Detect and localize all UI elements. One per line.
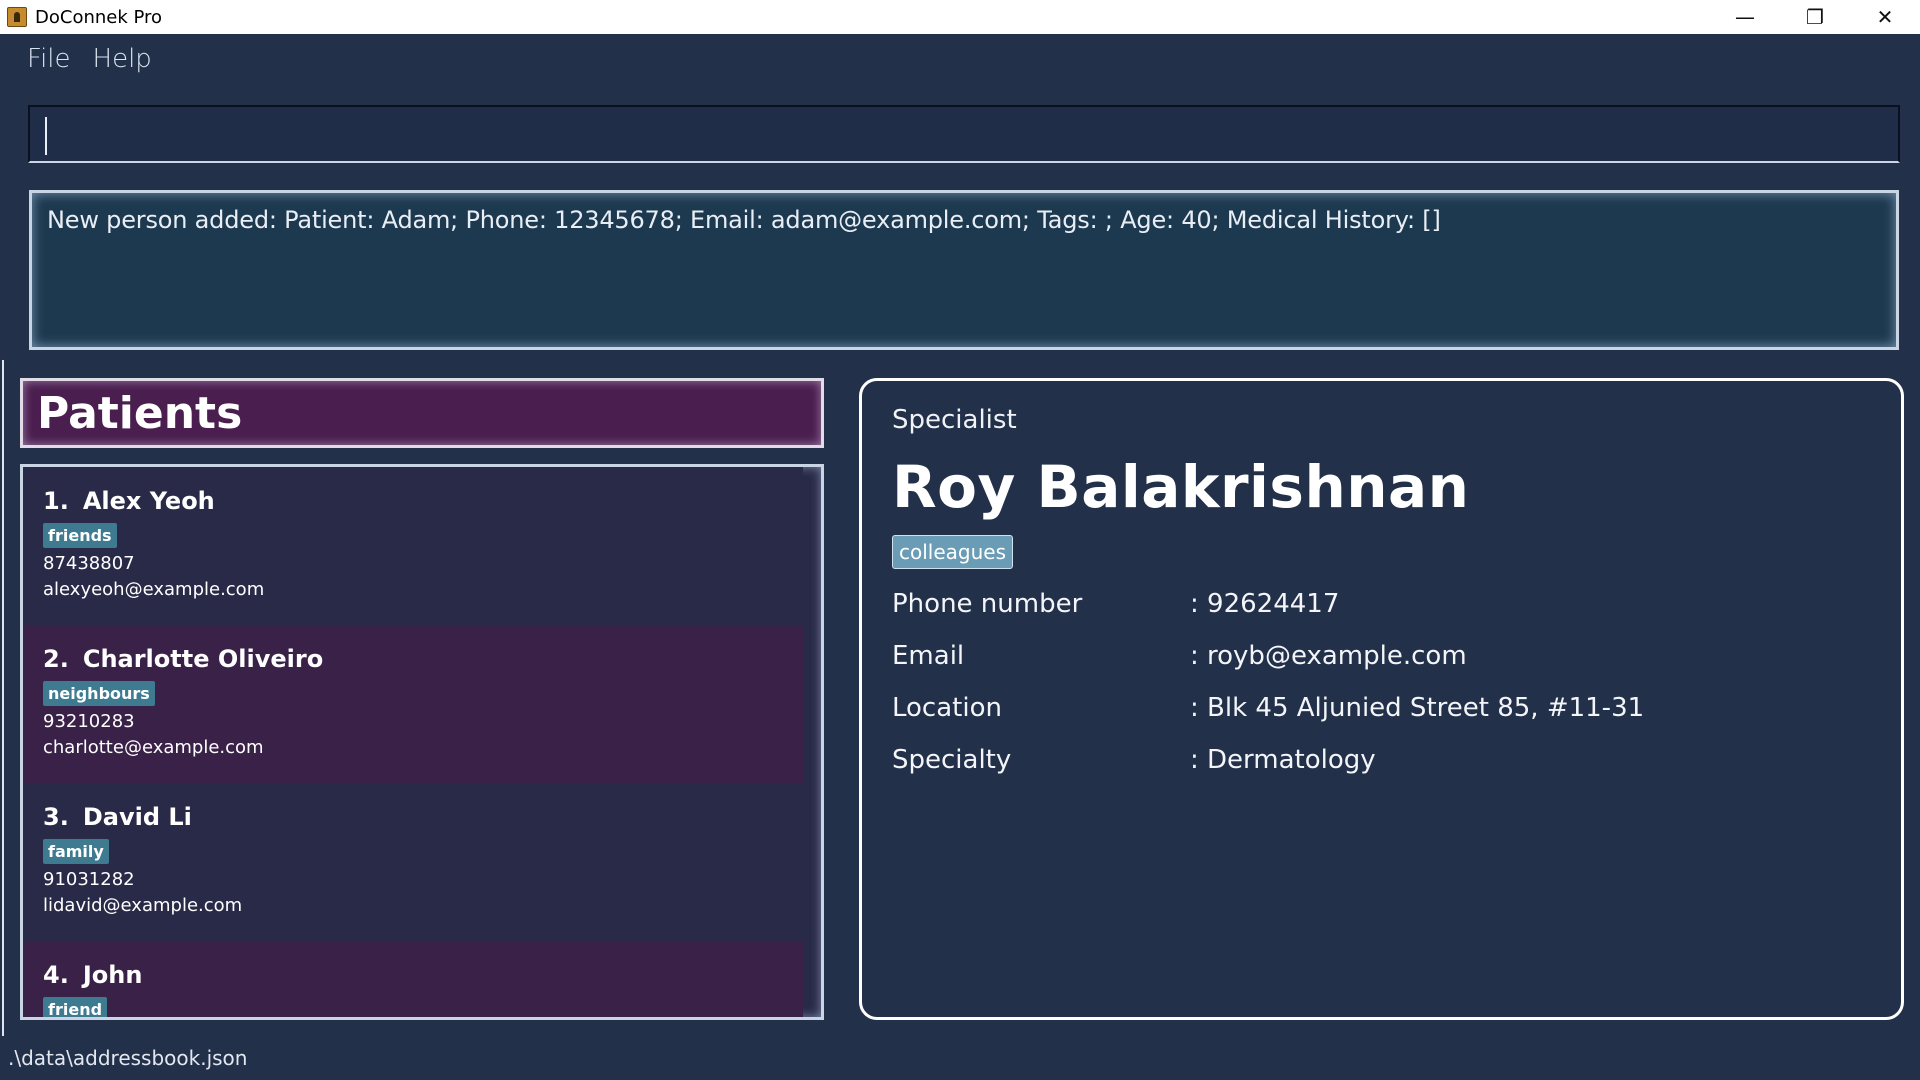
patient-phone: 91031282 [43,869,135,890]
patient-tag: friend [43,997,108,1017]
detail-panel: Specialist Roy Balakrishnan colleagues P… [859,378,1904,1020]
patient-name-row: 1. Alex Yeoh [43,487,803,515]
maximize-button[interactable]: ❐ [1780,0,1850,34]
patient-phone: 87438807 [43,553,135,574]
field-value: : royb@example.com [1190,641,1467,671]
detail-role: Specialist [892,405,1017,435]
command-box[interactable] [28,105,1900,163]
list-item[interactable]: 3. David Li family 91031282 lidavid@exam… [23,783,803,941]
field-label: Specialty [892,745,1012,775]
field-email: Email : royb@example.com [892,641,1871,671]
patient-name: John [82,961,143,989]
menu-bar: File Help [16,40,163,80]
menu-help[interactable]: Help [82,40,163,80]
patient-tag: neighbours [43,681,155,706]
left-divider [2,360,4,1036]
field-label: Phone number [892,589,1083,619]
patient-name-row: 4. John [43,961,803,989]
patient-name-row: 2. Charlotte Oliveiro [43,645,803,673]
field-specialty: Specialty : Dermatology [892,745,1871,775]
title-bar: DoConnek Pro — ❐ ✕ [0,0,1920,34]
patient-list[interactable]: 1. Alex Yeoh friends 87438807 alexyeoh@e… [20,464,824,1020]
patient-email: charlotte@example.com [43,737,264,758]
field-location: Location : Blk 45 Aljunied Street 85, #1… [892,693,1871,723]
field-phone: Phone number : 92624417 [892,589,1871,619]
patient-name: Alex Yeoh [82,487,215,515]
list-item[interactable]: 4. John friend [23,941,803,1017]
result-text: New person added: Patient: Adam; Phone: … [47,206,1441,234]
patients-header: Patients [20,378,824,448]
patient-index: 4. [43,961,69,989]
result-display: New person added: Patient: Adam; Phone: … [29,190,1899,350]
patient-index: 1. [43,487,69,515]
command-input[interactable] [30,107,1898,161]
close-button[interactable]: ✕ [1850,0,1920,34]
window-title: DoConnek Pro [35,6,163,28]
patient-email: alexyeoh@example.com [43,579,265,600]
window-controls: — ❐ ✕ [1710,0,1920,34]
field-value: : 92624417 [1190,589,1340,619]
app-icon [7,7,27,27]
minimize-button[interactable]: — [1710,0,1780,34]
patient-index: 3. [43,803,69,831]
field-label: Location [892,693,1002,723]
patient-tag: friends [43,523,117,548]
patient-name-row: 3. David Li [43,803,803,831]
detail-tag: colleagues [892,535,1014,569]
patient-name: Charlotte Oliveiro [82,645,324,673]
patient-name: David Li [82,803,192,831]
detail-name: Roy Balakrishnan [892,453,1470,521]
list-item[interactable]: 2. Charlotte Oliveiro neighbours 9321028… [23,625,803,783]
menu-file[interactable]: File [16,40,82,80]
status-bar-path: .\data\addressbook.json [8,1046,248,1070]
field-value: : Blk 45 Aljunied Street 85, #11-31 [1190,693,1645,723]
field-value: : Dermatology [1190,745,1376,775]
patient-tag: family [43,839,109,864]
patient-index: 2. [43,645,69,673]
list-item[interactable]: 1. Alex Yeoh friends 87438807 alexyeoh@e… [23,467,803,625]
field-label: Email [892,641,965,671]
patient-email: lidavid@example.com [43,895,243,916]
patients-title: Patients [37,388,243,439]
patient-phone: 93210283 [43,711,135,732]
